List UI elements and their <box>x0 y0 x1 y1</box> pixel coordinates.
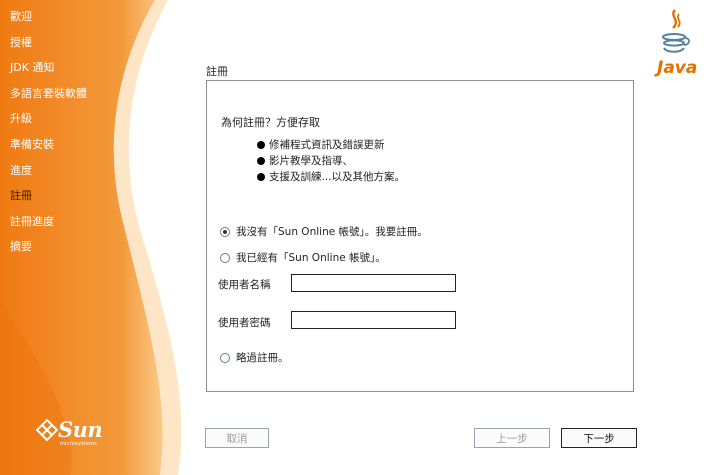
step-registration-progress: 註冊進度 <box>10 214 54 228</box>
sidebar: 歡迎 授權 JDK 通知 多語言套裝軟體 升級 準備安裝 進度 註冊 註冊進度 … <box>0 0 200 475</box>
step-license: 授權 <box>10 35 32 49</box>
radio-button-selected[interactable] <box>220 226 230 237</box>
benefit-item: 影片教學及指導、 <box>256 153 405 169</box>
step-jdk-notice: JDK 通知 <box>10 61 55 75</box>
step-welcome: 歡迎 <box>10 10 32 23</box>
step-summary: 摘要 <box>10 240 32 254</box>
step-progress: 進度 <box>10 163 32 177</box>
step-registration: 註冊 <box>10 189 32 203</box>
radio-button[interactable] <box>220 352 230 363</box>
option-have-account[interactable]: 我已經有「Sun Online 帳號」。 <box>220 250 386 265</box>
sun-logo-tagline: microsystems <box>60 441 98 447</box>
java-coffee-cup-icon <box>662 9 690 53</box>
java-logo: Java <box>657 8 697 80</box>
option-register-new[interactable]: 我沒有「Sun Online 帳號」。我要註冊。 <box>220 224 428 239</box>
step-multilanguage: 多語言套裝軟體 <box>10 86 87 100</box>
password-label: 使用者密碼 <box>218 317 271 329</box>
wizard-steps: 歡迎 授權 JDK 通知 多語言套裝軟體 升級 準備安裝 進度 註冊 註冊進度 … <box>10 8 87 264</box>
option-register-new-label: 我沒有「Sun Online 帳號」。我要註冊。 <box>236 226 428 238</box>
page-title: 註冊 <box>206 65 228 78</box>
back-button[interactable]: 上一步 <box>474 428 550 448</box>
step-upgrade: 升級 <box>10 112 32 126</box>
java-logo-text: Java <box>657 58 698 78</box>
sun-logo-wordmark: Sun <box>58 417 103 442</box>
registration-question: 為何註冊？方便存取 <box>221 116 320 129</box>
benefits-list: 修補程式資訊及錯誤更新 影片教學及指導、 支援及訓練...以及其他方案。 <box>256 137 405 185</box>
username-label: 使用者名稱 <box>218 279 271 291</box>
option-skip-registration[interactable]: 略過註冊。 <box>220 350 289 365</box>
username-field[interactable] <box>291 274 456 292</box>
radio-button[interactable] <box>220 252 230 263</box>
option-skip-label: 略過註冊。 <box>236 352 289 364</box>
next-button[interactable]: 下一步 <box>561 428 637 448</box>
cancel-button[interactable]: 取消 <box>205 428 269 448</box>
benefit-item: 支援及訓練...以及其他方案。 <box>256 169 405 185</box>
option-have-account-label: 我已經有「Sun Online 帳號」。 <box>236 252 386 264</box>
registration-panel: 為何註冊？方便存取 修補程式資訊及錯誤更新 影片教學及指導、 支援及訓練...以… <box>206 80 634 392</box>
step-ready-to-install: 準備安裝 <box>10 137 54 151</box>
benefit-item: 修補程式資訊及錯誤更新 <box>256 137 405 153</box>
password-field[interactable] <box>291 311 456 329</box>
sun-diamond-icon <box>36 419 58 441</box>
